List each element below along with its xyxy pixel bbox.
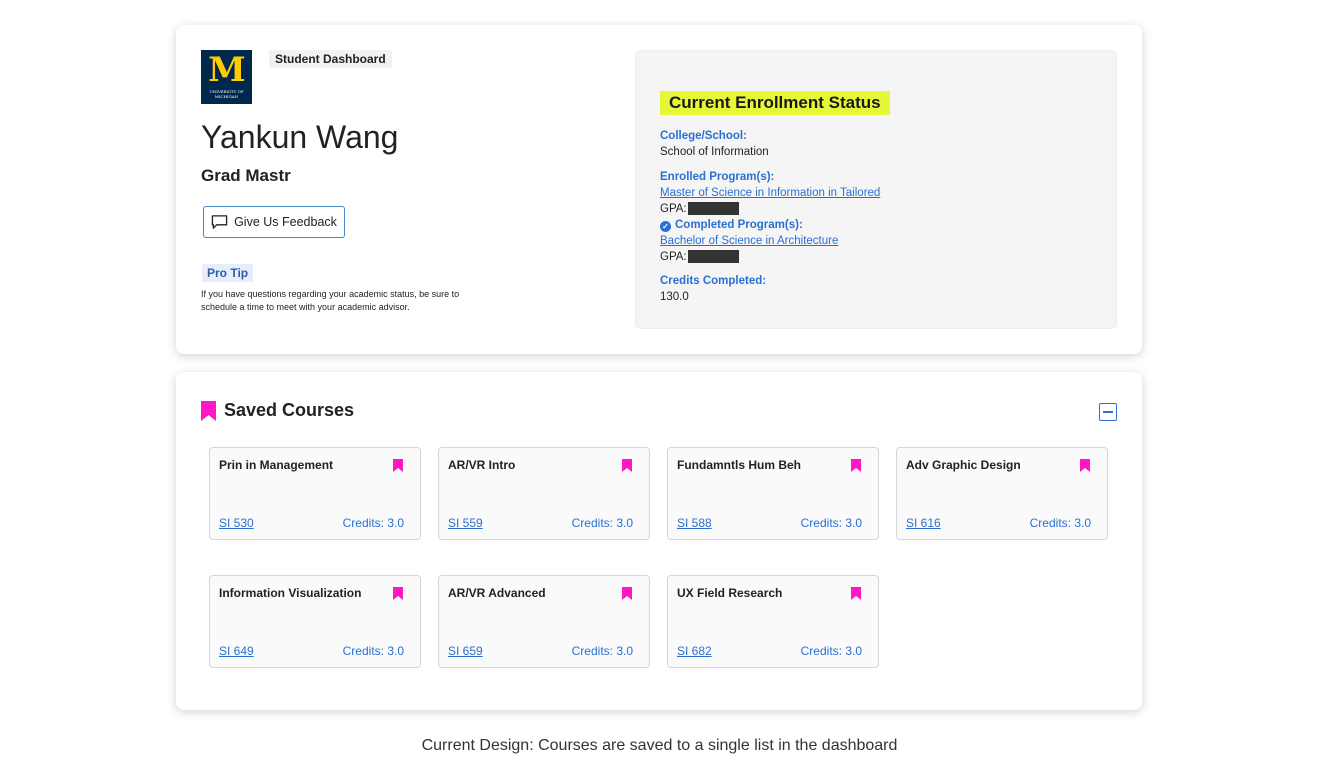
course-code-link[interactable]: SI 588: [677, 516, 712, 530]
logo-sub-line2: MICHIGAN: [214, 94, 239, 99]
feedback-button[interactable]: Give Us Feedback: [203, 206, 345, 238]
student-program: Grad Mastr: [201, 166, 291, 185]
course-code-link[interactable]: SI 530: [219, 516, 254, 530]
course-credits: Credits: 3.0: [800, 644, 862, 658]
bookmark-icon: [201, 400, 216, 421]
saved-courses-title: Saved Courses: [224, 400, 355, 420]
bookmark-icon[interactable]: [1080, 459, 1090, 472]
feedback-button-label: Give Us Feedback: [234, 215, 337, 229]
redacted-gpa: [687, 250, 739, 263]
course-card[interactable]: Information Visualization SI 649 Credits: …: [209, 575, 421, 668]
student-name: Yankun Wang: [201, 119, 399, 155]
course-code-link[interactable]: SI 682: [677, 644, 712, 658]
course-title: Information Visualization: [219, 586, 362, 600]
completed-program-label: ✓ Completed Program(s):: [660, 219, 803, 232]
course-code-link[interactable]: SI 559: [448, 516, 483, 530]
course-title: UX Field Research: [677, 586, 783, 600]
collapse-button[interactable]: [1099, 403, 1117, 421]
pro-tip-badge: Pro Tip: [202, 264, 254, 282]
enrolled-gpa-label: GPA:: [660, 202, 687, 215]
credits-completed-label: Credits Completed:: [660, 275, 767, 287]
enrolled-program-label: Enrolled Program(s):: [660, 171, 775, 183]
course-title: Adv Graphic Design: [906, 458, 1021, 472]
figure-caption: Current Design: Courses are saved to a s…: [421, 737, 898, 754]
completed-gpa-row: GPA:: [660, 250, 739, 263]
course-code-link[interactable]: SI 659: [448, 644, 483, 658]
course-card[interactable]: Adv Graphic Design SI 616 Credits: 3.0: [896, 447, 1108, 540]
redacted-gpa: [687, 202, 739, 215]
course-title: Fundamntls Hum Beh: [677, 458, 802, 472]
pro-tip-text: If you have questions regarding your aca…: [201, 289, 460, 312]
course-title: AR/VR Intro: [448, 458, 516, 472]
bookmark-icon[interactable]: [393, 587, 403, 600]
chat-icon: [211, 215, 228, 229]
enrolled-gpa-row: GPA:: [660, 202, 739, 215]
enrollment-status-panel: Current Enrollment Status College/School…: [635, 50, 1117, 329]
enrolled-program-link[interactable]: Master of Science in Information in Tail…: [660, 187, 880, 199]
course-credits: Credits: 3.0: [571, 644, 633, 658]
enrollment-status-title: Current Enrollment Status: [660, 91, 890, 115]
credits-completed-value: 130.0: [660, 291, 689, 303]
course-code-link[interactable]: SI 649: [219, 644, 254, 658]
course-code-link[interactable]: SI 616: [906, 516, 941, 530]
bookmark-icon[interactable]: [622, 587, 632, 600]
minus-icon: [1103, 411, 1113, 413]
course-card[interactable]: UX Field Research SI 682 Credits: 3.0: [667, 575, 879, 668]
course-credits: Credits: 3.0: [571, 516, 633, 530]
bookmark-icon[interactable]: [851, 587, 861, 600]
logo-letter: M: [208, 50, 246, 90]
university-logo: M UNIVERSITY OF MICHIGAN: [201, 50, 252, 104]
bookmark-icon[interactable]: [851, 459, 861, 472]
course-credits: Credits: 3.0: [342, 516, 404, 530]
course-credits: Credits: 3.0: [1029, 516, 1091, 530]
college-label: College/School:: [660, 130, 747, 142]
course-card[interactable]: AR/VR Intro SI 559 Credits: 3.0: [438, 447, 650, 540]
check-circle-icon: ✓: [660, 221, 671, 232]
course-title: AR/VR Advanced: [448, 586, 546, 600]
saved-courses-header: Saved Courses: [201, 400, 354, 421]
course-credits: Credits: 3.0: [342, 644, 404, 658]
saved-courses-card: Saved Courses Prin in Management SI 530 Cr…: [176, 372, 1142, 710]
logo-subtext: UNIVERSITY OF MICHIGAN: [209, 89, 243, 99]
bookmark-icon[interactable]: [393, 459, 403, 472]
course-credits: Credits: 3.0: [800, 516, 862, 530]
completed-gpa-label: GPA:: [660, 250, 687, 263]
course-title: Prin in Management: [219, 458, 334, 472]
bookmark-icon[interactable]: [622, 459, 632, 472]
dashboard-chip: Student Dashboard: [269, 50, 392, 68]
profile-card: M UNIVERSITY OF MICHIGAN Student Dashboa…: [176, 25, 1142, 354]
college-value: School of Information: [660, 146, 769, 158]
course-card[interactable]: Prin in Management SI 530 Credits: 3.0: [209, 447, 421, 540]
course-card[interactable]: AR/VR Advanced SI 659 Credits: 3.0: [438, 575, 650, 668]
course-card[interactable]: Fundamntls Hum Beh SI 588 Credits: 3.0: [667, 447, 879, 540]
completed-program-label-text: Completed Program(s):: [675, 219, 803, 231]
completed-program-link[interactable]: Bachelor of Science in Architecture: [660, 235, 838, 247]
